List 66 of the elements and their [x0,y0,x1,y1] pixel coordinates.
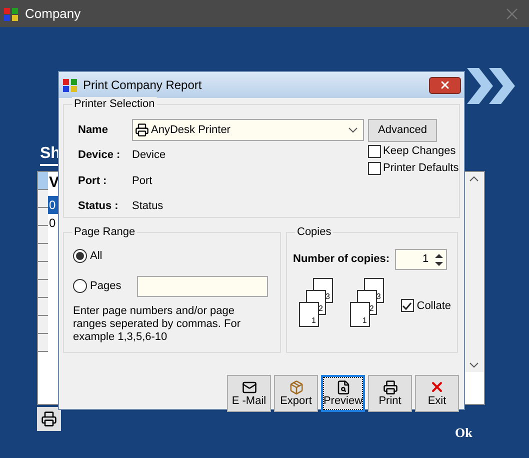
print-button[interactable] [37,407,61,431]
detail-value: Device [132,148,166,164]
row-header[interactable] [38,280,48,298]
radio-label: All [90,248,104,264]
chevrons-logo-icon [465,66,517,106]
app-icon [3,6,19,22]
checkbox[interactable] [400,299,414,312]
radio-button[interactable] [73,249,87,263]
dropdown-icon[interactable] [348,127,358,133]
up-icon[interactable] [469,176,479,182]
toolbar-button[interactable]: E -Mail [227,375,271,412]
row-header[interactable] [38,172,48,190]
detail-value: Status [132,199,164,214]
toolbar-button[interactable]: Export [274,375,318,412]
detail-label: Port : [78,174,108,189]
row-header[interactable] [38,226,48,244]
row-header[interactable] [38,244,48,262]
copies-value: 1 [422,252,429,268]
close-icon [429,379,445,395]
row-header[interactable] [38,334,48,352]
box-icon [288,380,304,394]
dialog-title: Print Company Report [83,77,202,94]
name-label: Name [78,122,109,138]
window-title: Company [25,4,81,23]
detail-value: Port [132,174,152,189]
column-header: V [48,173,60,193]
row-header[interactable] [38,190,48,208]
row-header[interactable] [38,298,48,316]
checkbox[interactable] [368,145,381,158]
detail-label: Device : [78,148,122,164]
printer-name: AnyDesk Printer [151,122,230,138]
hint-text: Enter page numbers and/or page ranges seperated by commas. For example 1,3,5,6-10 [73,305,242,344]
page-sheet: 1 [299,302,319,327]
mail-icon [242,380,256,394]
scrollbar[interactable] [464,172,484,372]
printer-icon [135,123,149,137]
row-header[interactable] [38,262,48,280]
checkbox-label: Collate [416,298,451,314]
copies-spinbox[interactable]: 1 [394,249,447,270]
toolbar-button[interactable]: Exit [415,375,459,412]
ok-label[interactable]: Ok [455,423,472,442]
close-icon [439,79,451,91]
preview-icon [336,380,350,394]
radio-label: Pages [90,278,122,294]
group-legend: Copies [295,225,334,239]
radio-button[interactable] [73,279,87,293]
app-icon [62,77,78,93]
checkbox[interactable] [368,162,381,175]
printer-select[interactable]: AnyDesk Printer [132,119,364,141]
pages-input[interactable] [137,276,268,296]
row-header[interactable] [38,316,48,334]
group-legend: Page Range [72,225,138,239]
down-icon[interactable] [469,362,479,368]
checkbox-label: Keep Changes [383,144,456,160]
close-button[interactable] [429,76,461,94]
toolbar-button[interactable]: Print [368,375,412,412]
close-icon[interactable] [506,8,518,20]
printer-icon [41,411,57,427]
checkbox-label: Printer Defaults [383,161,459,176]
advanced-button[interactable]: Advanced [368,119,437,142]
copies-label: Number of copies: [293,252,390,268]
row-header[interactable] [38,208,48,226]
page-sheet: 1 [350,302,370,327]
detail-label: Status : [78,199,120,214]
printer-icon [382,380,398,394]
toolbar-button[interactable]: Preview [321,375,365,412]
